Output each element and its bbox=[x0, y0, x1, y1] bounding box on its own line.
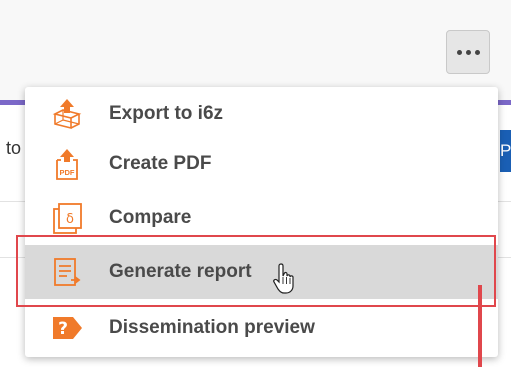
top-bar bbox=[0, 0, 511, 100]
annotation-line bbox=[478, 285, 482, 367]
more-options-menu: Export to i6z PDF Create PDF δ Compare G… bbox=[25, 87, 498, 357]
pdf-export-icon: PDF bbox=[56, 149, 78, 180]
background-text: to bbox=[6, 138, 22, 158]
menu-item-label: Compare bbox=[109, 207, 192, 228]
compare-icon: δ bbox=[53, 203, 82, 234]
hand-cursor-icon bbox=[273, 263, 294, 294]
menu-item-dissemination-preview[interactable]: ? Dissemination preview bbox=[25, 301, 498, 355]
menu-item-label: Export to i6z bbox=[109, 103, 224, 124]
menu-item-create-pdf[interactable]: PDF Create PDF bbox=[25, 137, 498, 191]
svg-text:PDF: PDF bbox=[60, 168, 75, 177]
question-arrow-icon: ? bbox=[53, 317, 82, 339]
export-cube-icon bbox=[52, 99, 82, 130]
menu-item-label: Create PDF bbox=[109, 153, 212, 174]
svg-text:?: ? bbox=[58, 319, 68, 339]
more-dot-icon bbox=[456, 49, 462, 55]
menu-item-export-i6z[interactable]: Export to i6z bbox=[25, 87, 498, 141]
more-dot-icon bbox=[465, 49, 471, 55]
menu-item-label: Dissemination preview bbox=[109, 317, 315, 338]
svg-text:δ: δ bbox=[66, 212, 74, 227]
more-options-button[interactable] bbox=[446, 30, 490, 74]
background-blue-button[interactable]: P bbox=[500, 130, 511, 172]
more-dot-icon bbox=[474, 49, 480, 55]
highlight-box bbox=[16, 235, 496, 307]
